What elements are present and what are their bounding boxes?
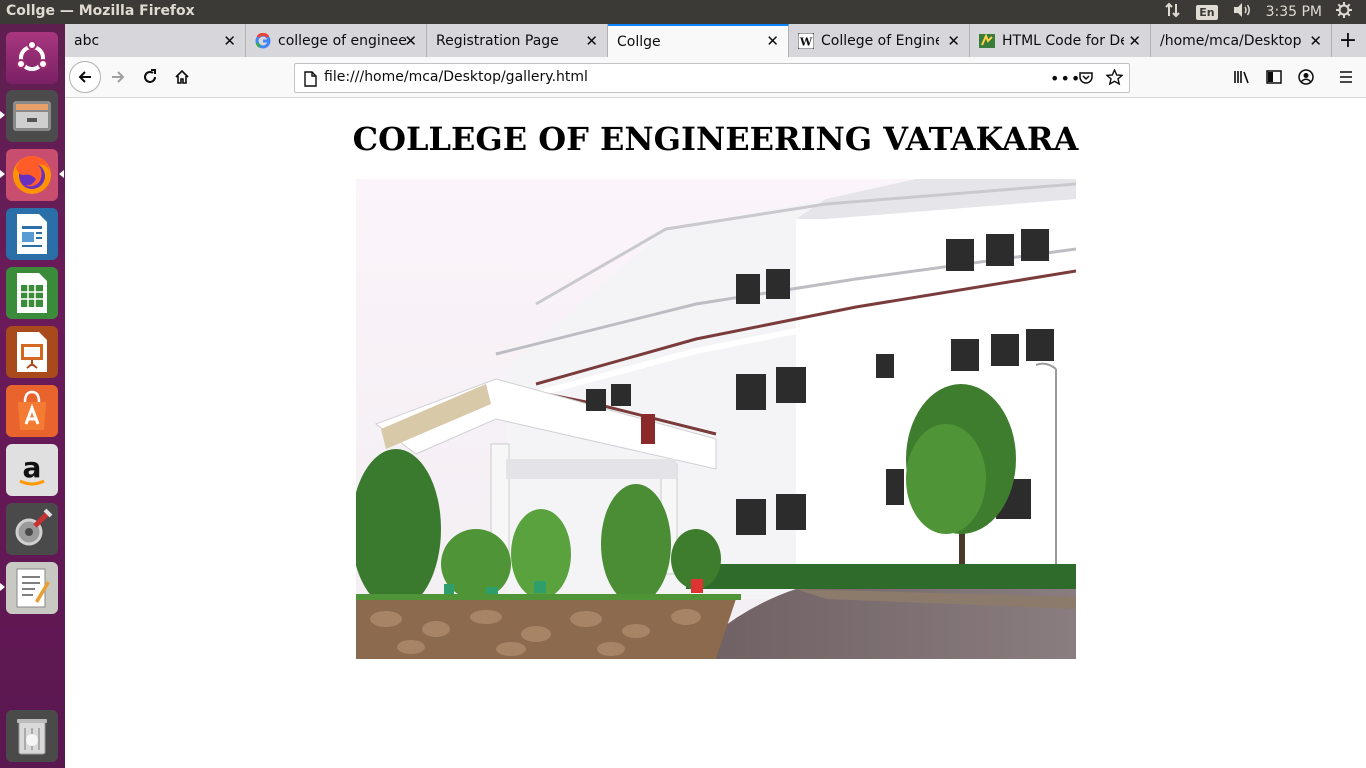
system-settings-icon[interactable] bbox=[6, 503, 58, 555]
url-text[interactable]: file:///home/mca/Desktop/gallery.html bbox=[324, 69, 588, 85]
firefox-icon[interactable] bbox=[6, 149, 58, 201]
close-icon[interactable]: ✕ bbox=[766, 32, 779, 50]
pocket-icon[interactable] bbox=[1078, 70, 1094, 90]
running-indicator bbox=[0, 111, 5, 119]
ubuntu-dash-icon[interactable] bbox=[6, 32, 58, 84]
new-tab-button[interactable]: + bbox=[1332, 24, 1364, 57]
library-icon bbox=[1234, 71, 1249, 84]
impress-icon[interactable] bbox=[6, 326, 58, 378]
menu-button[interactable] bbox=[1331, 62, 1361, 92]
close-icon[interactable]: ✕ bbox=[1309, 32, 1322, 50]
unity-launcher: a bbox=[0, 24, 65, 768]
close-icon[interactable]: ✕ bbox=[585, 32, 598, 50]
close-icon[interactable]: ✕ bbox=[223, 32, 236, 50]
clock[interactable]: 3:35 PM bbox=[1266, 4, 1322, 20]
home-button[interactable] bbox=[167, 62, 197, 92]
tab-college-of-engineering-search[interactable]: college of enginee ✕ bbox=[246, 24, 427, 57]
system-tray: En 3:35 PM bbox=[1164, 0, 1366, 24]
html-code-icon bbox=[979, 32, 995, 49]
running-indicator bbox=[0, 583, 5, 591]
tab-collge[interactable]: Collge ✕ bbox=[608, 24, 789, 57]
tab-college-of-engineering-wiki[interactable]: W College of Engine ✕ bbox=[789, 24, 970, 57]
tab-label: abc bbox=[74, 32, 100, 49]
software-center-icon[interactable] bbox=[6, 385, 58, 437]
network-transfer-icon[interactable] bbox=[1164, 2, 1182, 22]
bookmark-star-icon[interactable] bbox=[1105, 68, 1124, 90]
sidebar-icon bbox=[1266, 70, 1282, 84]
tab-label: /home/mca/Desktop bbox=[1160, 32, 1302, 49]
back-button[interactable] bbox=[69, 61, 101, 93]
volume-icon[interactable] bbox=[1232, 2, 1252, 22]
running-indicator bbox=[0, 170, 5, 178]
address-bar[interactable]: file:///home/mca/Desktop/gallery.html ••… bbox=[294, 63, 1130, 93]
sidebar-button[interactable] bbox=[1259, 62, 1289, 92]
close-icon[interactable]: ✕ bbox=[947, 32, 960, 50]
reload-button[interactable] bbox=[135, 62, 165, 92]
tab-home-mca-desktop[interactable]: /home/mca/Desktop ✕ bbox=[1151, 24, 1332, 57]
tab-strip: abc ✕ college of enginee ✕ Registration … bbox=[65, 24, 1366, 57]
text-editor-icon[interactable] bbox=[6, 562, 58, 614]
amazon-icon[interactable]: a bbox=[6, 444, 58, 496]
tab-label: college of enginee bbox=[278, 32, 407, 49]
tab-html-code[interactable]: HTML Code for De ✕ bbox=[970, 24, 1151, 57]
calc-icon[interactable] bbox=[6, 267, 58, 319]
tab-abc[interactable]: abc ✕ bbox=[65, 24, 246, 57]
svg-text:a: a bbox=[23, 451, 42, 484]
tab-label: Collge bbox=[617, 33, 661, 50]
close-icon[interactable]: ✕ bbox=[1128, 32, 1141, 50]
page-content: COLLEGE OF ENGINEERING VATAKARA bbox=[65, 98, 1366, 768]
forward-arrow-icon bbox=[112, 71, 125, 83]
svg-text:W: W bbox=[799, 35, 813, 48]
trash-icon[interactable] bbox=[6, 710, 58, 762]
home-icon bbox=[175, 69, 189, 84]
files-icon[interactable] bbox=[6, 90, 58, 142]
focused-indicator bbox=[59, 170, 64, 178]
tab-registration-page[interactable]: Registration Page ✕ bbox=[427, 24, 608, 57]
window-title: Collge — Mozilla Firefox bbox=[6, 3, 195, 19]
hamburger-menu-icon bbox=[1340, 71, 1352, 83]
page-actions-icon[interactable]: ••• bbox=[1050, 69, 1081, 88]
library-button[interactable] bbox=[1227, 62, 1257, 92]
wikipedia-icon: W bbox=[798, 32, 814, 49]
top-panel: Collge — Mozilla Firefox En 3:35 PM bbox=[0, 0, 1366, 24]
close-icon[interactable]: ✕ bbox=[404, 32, 417, 50]
session-gear-icon[interactable] bbox=[1336, 2, 1352, 22]
tab-label: College of Engine bbox=[821, 32, 939, 49]
writer-icon[interactable] bbox=[6, 208, 58, 260]
reload-icon bbox=[144, 69, 156, 83]
college-building-photo bbox=[356, 179, 1076, 659]
tab-label: HTML Code for De bbox=[1002, 32, 1124, 49]
google-icon bbox=[255, 32, 271, 49]
account-button[interactable] bbox=[1291, 62, 1321, 92]
tab-label: Registration Page bbox=[436, 32, 559, 49]
back-arrow-icon bbox=[78, 71, 91, 83]
forward-button[interactable] bbox=[103, 62, 133, 92]
navigation-toolbar: file:///home/mca/Desktop/gallery.html ••… bbox=[65, 57, 1366, 98]
page-heading: COLLEGE OF ENGINEERING VATAKARA bbox=[352, 120, 1079, 158]
page-icon bbox=[303, 71, 317, 91]
keyboard-layout-indicator[interactable]: En bbox=[1196, 4, 1218, 20]
account-icon bbox=[1298, 69, 1314, 85]
